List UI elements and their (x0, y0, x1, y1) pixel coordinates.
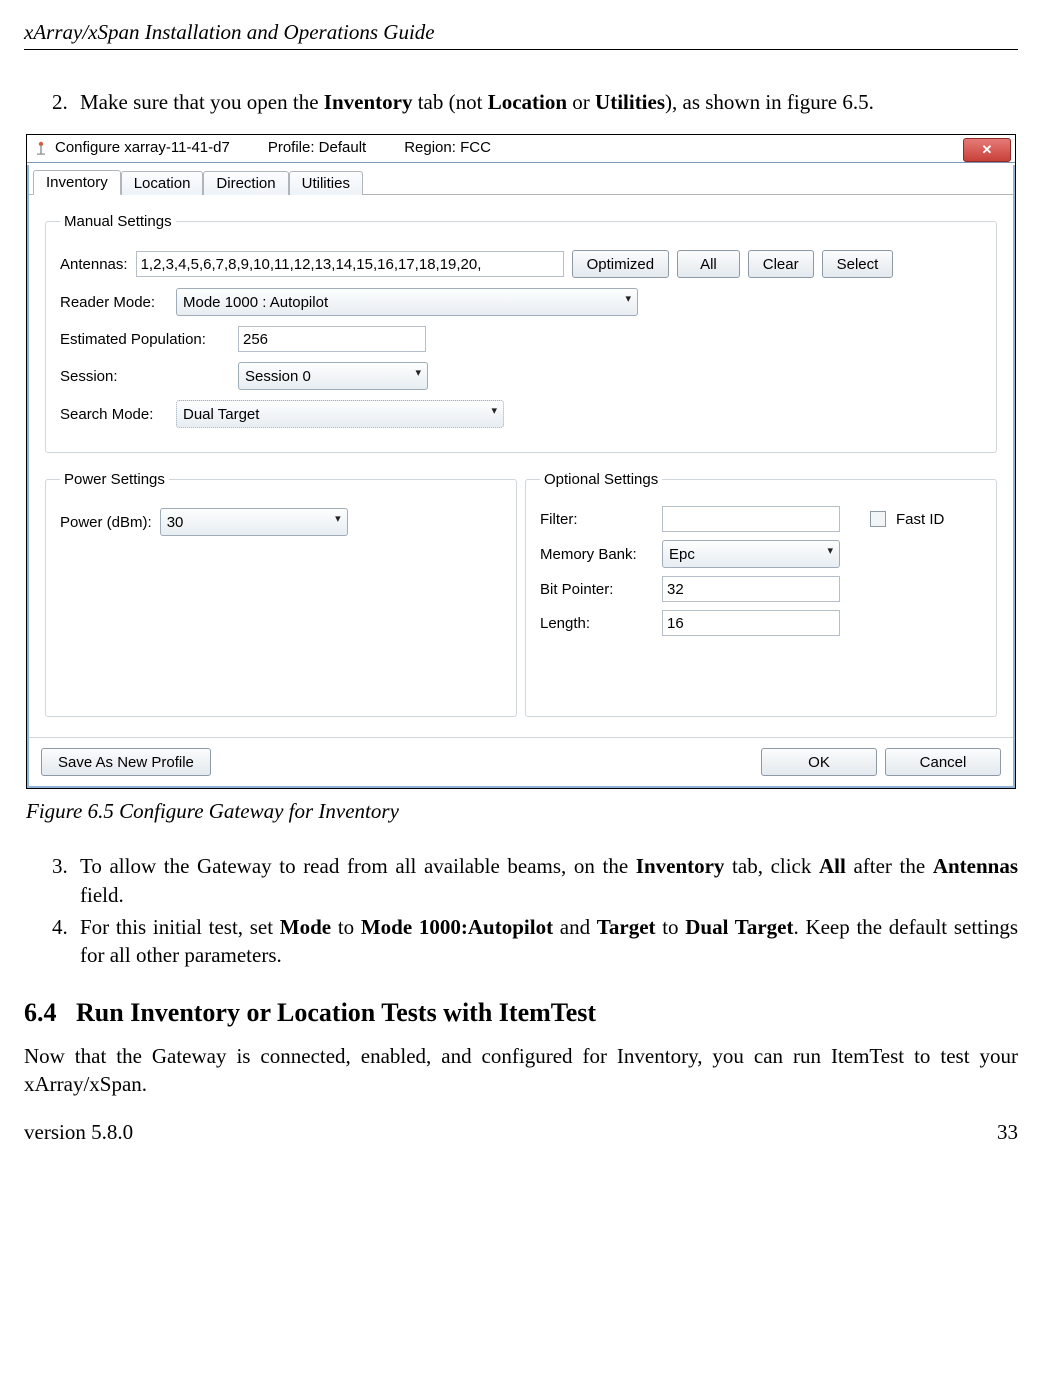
section-title: Run Inventory or Location Tests with Ite… (76, 998, 596, 1027)
save-profile-button[interactable]: Save As New Profile (41, 748, 211, 776)
t: and (553, 915, 597, 939)
antennas-input[interactable] (136, 251, 564, 277)
reader-mode-select[interactable]: Mode 1000 : Autopilot (176, 288, 638, 316)
window-title-a: Configure xarray-11-41-d7 (55, 139, 230, 156)
footer-version: version 5.8.0 (24, 1120, 133, 1145)
footer-page-number: 33 (997, 1120, 1018, 1145)
manual-settings-group: Manual Settings Antennas: Optimized All … (45, 213, 997, 453)
bitptr-label: Bit Pointer: (540, 581, 656, 598)
t: For this initial test, set (80, 915, 280, 939)
close-icon: ✕ (982, 142, 993, 158)
window-title-c: Region: FCC (404, 139, 491, 156)
t: To allow the Gateway to read from all av… (80, 854, 636, 878)
t: tab (not (412, 90, 487, 114)
t: Utilities (595, 90, 665, 114)
step-4-num: 4. (52, 913, 80, 941)
tab-bar: Inventory Location Direction Utilities (29, 165, 1013, 195)
running-header: xArray/xSpan Installation and Operations… (24, 20, 1018, 50)
t: Dual Target (685, 915, 793, 939)
fastid-checkbox[interactable] (870, 511, 886, 527)
t: Antennas (933, 854, 1018, 878)
power-label: Power (dBm): (60, 514, 152, 531)
optimized-button[interactable]: Optimized (572, 250, 670, 278)
membank-value: Epc (669, 546, 695, 563)
section-number: 6.4 (24, 998, 57, 1027)
est-pop-label: Estimated Population: (60, 331, 230, 348)
t: field. (80, 883, 124, 907)
t: Inventory (324, 90, 413, 114)
session-label: Session: (60, 368, 230, 385)
power-value: 30 (167, 514, 184, 531)
power-select[interactable]: 30 (160, 508, 348, 536)
section-heading: 6.4 Run Inventory or Location Tests with… (24, 998, 1018, 1028)
membank-select[interactable]: Epc (662, 540, 840, 568)
est-pop-input[interactable] (238, 326, 426, 352)
window-close-button[interactable]: ✕ (963, 138, 1011, 162)
t: to (656, 915, 686, 939)
search-mode-select[interactable]: Dual Target (176, 400, 504, 428)
ok-button[interactable]: OK (761, 748, 877, 776)
t: tab, click (724, 854, 819, 878)
window-title-b: Profile: Default (268, 139, 366, 156)
search-mode-label: Search Mode: (60, 406, 168, 423)
reader-mode-value: Mode 1000 : Autopilot (183, 294, 328, 311)
tab-inventory[interactable]: Inventory (33, 170, 121, 195)
clear-button[interactable]: Clear (748, 250, 814, 278)
power-settings-group: Power Settings Power (dBm): 30 (45, 471, 517, 717)
fastid-label: Fast ID (896, 511, 944, 528)
t: Inventory (636, 854, 725, 878)
t: All (819, 854, 846, 878)
t: or (567, 90, 595, 114)
session-select[interactable]: Session 0 (238, 362, 428, 390)
section-paragraph: Now that the Gateway is connected, enabl… (24, 1042, 1018, 1099)
manual-settings-legend: Manual Settings (60, 213, 176, 230)
t: to (331, 915, 361, 939)
reader-mode-label: Reader Mode: (60, 294, 168, 311)
t: Mode (280, 915, 331, 939)
all-button[interactable]: All (677, 250, 740, 278)
app-icon (33, 140, 49, 156)
session-value: Session 0 (245, 368, 311, 385)
t: after the (846, 854, 933, 878)
titlebar: Configure xarray-11-41-d7 Profile: Defau… (27, 135, 1015, 163)
step-2: 2.Make sure that you open the Inventory … (52, 88, 1018, 116)
filter-label: Filter: (540, 511, 656, 528)
select-button[interactable]: Select (822, 250, 894, 278)
membank-label: Memory Bank: (540, 546, 656, 563)
antennas-label: Antennas: (60, 256, 128, 273)
cancel-button[interactable]: Cancel (885, 748, 1001, 776)
optional-settings-group: Optional Settings Filter: Fast ID Memory… (525, 471, 997, 717)
dialog-bottom-bar: Save As New Profile OK Cancel (29, 737, 1013, 786)
t: Target (597, 915, 656, 939)
t: Location (488, 90, 567, 114)
power-settings-legend: Power Settings (60, 471, 169, 488)
t: Make sure that you open the (80, 90, 324, 114)
t: Mode 1000:Autopilot (361, 915, 553, 939)
tab-utilities[interactable]: Utilities (289, 171, 363, 195)
filter-input[interactable] (662, 506, 840, 532)
search-mode-value: Dual Target (183, 406, 259, 423)
figure-caption: Figure 6.5 Configure Gateway for Invento… (26, 799, 1016, 824)
configure-window: Configure xarray-11-41-d7 Profile: Defau… (26, 134, 1016, 789)
t: ), as shown in figure 6.5. (665, 90, 874, 114)
step-3: 3.To allow the Gateway to read from all … (52, 852, 1018, 909)
bitptr-input[interactable] (662, 576, 840, 602)
tab-location[interactable]: Location (121, 171, 204, 195)
optional-settings-legend: Optional Settings (540, 471, 662, 488)
tab-direction[interactable]: Direction (203, 171, 288, 195)
length-label: Length: (540, 615, 656, 632)
step-2-num: 2. (52, 88, 80, 116)
length-input[interactable] (662, 610, 840, 636)
step-4: 4.For this initial test, set Mode to Mod… (52, 913, 1018, 970)
step-3-num: 3. (52, 852, 80, 880)
